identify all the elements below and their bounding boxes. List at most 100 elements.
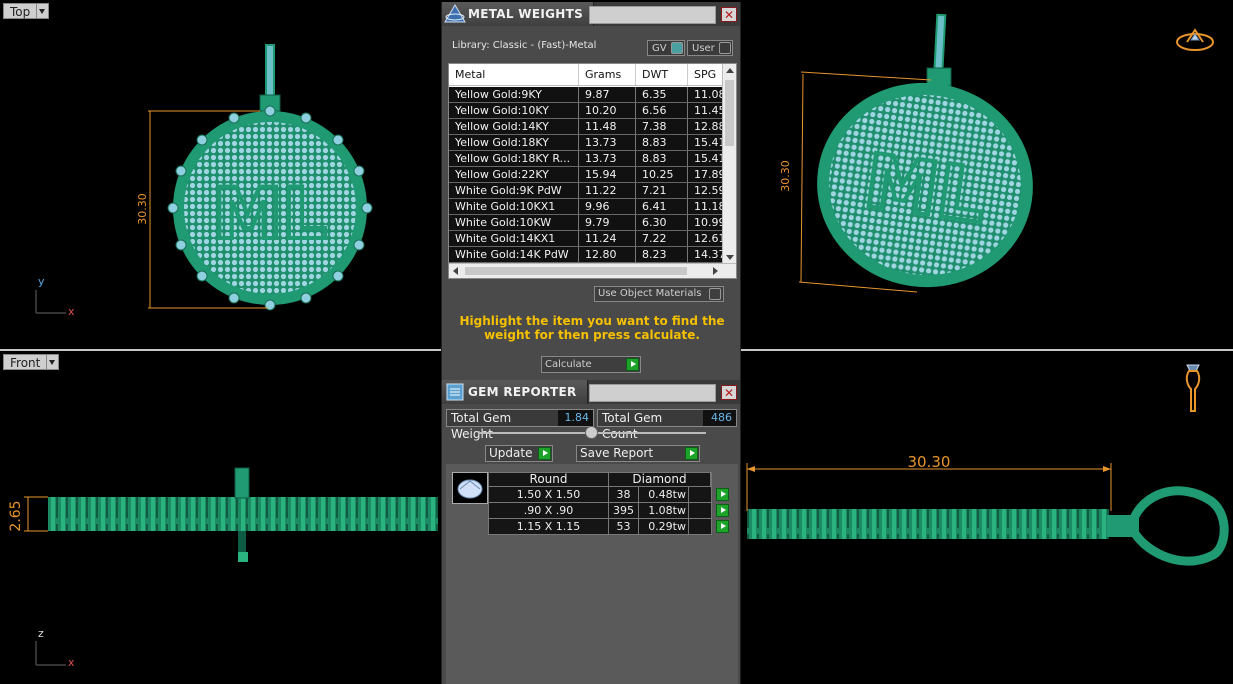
gv-toggle-indicator (670, 42, 683, 54)
metal-weights-close-button[interactable]: ✕ (721, 7, 737, 22)
ring-view-icon[interactable] (1180, 363, 1206, 415)
column-spg[interactable]: SPG (688, 64, 724, 85)
axis-x-label: x (68, 305, 75, 318)
total-gem-count-field: Total Gem Count 486 (597, 409, 737, 441)
metal-weights-header-strip (589, 6, 716, 24)
table-row[interactable]: Yellow Gold:22KY 15.94 10.25 17.89 (449, 167, 724, 183)
calculate-button[interactable]: Calculate (541, 356, 641, 373)
update-button[interactable]: Update (485, 445, 553, 462)
scroll-left-icon[interactable] (453, 267, 458, 275)
table-row[interactable]: White Gold:10KW 9.79 6.30 10.99 (449, 215, 724, 231)
gem-table-header: Round Diamond (488, 472, 712, 487)
table-row[interactable]: White Gold:14K PdW 12.80 8.23 14.37 (449, 247, 724, 263)
table-row[interactable]: White Gold:9K PdW 11.22 7.21 12.59 (449, 183, 724, 199)
use-object-materials-indicator (709, 288, 721, 300)
metal-library-label: Library: Classic - (Fast)-Metal (452, 40, 597, 51)
gem-reporter-panel: GEM REPORTER ✕ Total Gem Weight 1.84 Tot… (441, 380, 741, 684)
metal-table-rows: Yellow Gold:9KY 9.87 6.35 11.08 Yellow Gold… (449, 87, 724, 263)
scroll-thumb[interactable] (465, 267, 687, 275)
column-grams[interactable]: Grams (579, 64, 636, 85)
gem-reporter-title: GEM REPORTER (468, 385, 577, 399)
top-dimension: 30.30 (136, 193, 149, 225)
axis-y-label: y (38, 275, 45, 288)
calculate-label: Calculate (545, 359, 592, 370)
viewport-top-label[interactable]: Top (3, 3, 50, 19)
gem-table: Round Diamond 1.50 X 1.50 38 0.48tw .90 … (488, 472, 729, 535)
table-row[interactable]: Yellow Gold:9KY 9.87 6.35 11.08 (449, 87, 724, 103)
side-view-model: 30.30 (746, 453, 1229, 566)
gem-reporter-tab[interactable]: GEM REPORTER (442, 380, 588, 404)
column-dwt[interactable]: DWT (636, 64, 688, 85)
scroll-right-icon[interactable] (713, 267, 718, 275)
svg-text:ML: ML (859, 138, 991, 240)
scroll-down-icon[interactable] (726, 255, 734, 260)
gem-reporter-close-button[interactable]: ✕ (721, 385, 737, 400)
table-row[interactable]: Yellow Gold:18KY 13.73 8.83 15.41 (449, 135, 724, 151)
metal-weights-header[interactable]: METAL WEIGHTS ✕ (442, 2, 740, 26)
play-icon[interactable] (716, 504, 729, 517)
table-row[interactable]: White Gold:10KX1 9.96 6.41 11.18 (449, 199, 724, 215)
total-gem-count-value: 486 (702, 410, 736, 426)
gem-shape-header: Round (489, 473, 609, 486)
viewport-front-title: Front (3, 354, 48, 370)
use-object-materials-toggle[interactable]: Use Object Materials (594, 286, 724, 302)
total-gem-weight-value: 1.84 (557, 410, 593, 426)
play-icon (626, 358, 639, 371)
metal-weights-title: METAL WEIGHTS (468, 7, 584, 21)
column-metal[interactable]: Metal (449, 64, 579, 85)
table-row[interactable]: 1.15 X 1.15 53 0.29tw (488, 519, 729, 535)
play-icon[interactable] (716, 488, 729, 501)
gem-material-header: Diamond (609, 473, 711, 486)
viewport-front[interactable]: Front 2.65 z x (0, 351, 441, 684)
table-row[interactable]: Yellow Gold:18KY R... 13.73 8.83 15.41 (449, 151, 724, 167)
viewport-side[interactable]: 30.30 (741, 351, 1233, 684)
table-row[interactable]: Yellow Gold:14KY 11.48 7.38 12.88 (449, 119, 724, 135)
metal-weights-tab[interactable]: METAL WEIGHTS (442, 2, 595, 26)
front-dimension: 2.65 (8, 500, 24, 531)
side-dimension: 30.30 (908, 453, 951, 471)
metal-weights-table[interactable]: Metal Grams DWT SPG Yellow Gold:9KY 9.87 6… (448, 63, 737, 279)
total-gem-weight-field: Total Gem Weight 1.84 (446, 409, 594, 441)
front-view-model: 2.65 z x (8, 467, 438, 669)
axis-x-label: x (68, 656, 75, 669)
perspective-view-model: ML 30.30 (779, 13, 1033, 293)
viewport-front-label[interactable]: Front (3, 354, 60, 370)
play-icon (685, 447, 698, 460)
axis-z-label: z (38, 627, 44, 640)
metal-weights-hint: Highlight the item you want to find the … (459, 314, 725, 342)
table-row[interactable]: .90 X .90 395 1.08tw (488, 503, 729, 519)
user-toggle[interactable]: User (687, 40, 733, 56)
chevron-down-icon[interactable] (37, 3, 50, 19)
gem-reporter-logo-icon (442, 381, 468, 403)
table-row[interactable]: White Gold:14KX1 11.24 7.22 12.61 (449, 231, 724, 247)
play-icon[interactable] (716, 520, 729, 533)
metal-table-horizontal-scrollbar[interactable] (449, 263, 736, 278)
total-gem-count-label: Total Gem Count (598, 410, 703, 441)
gem-reporter-header[interactable]: GEM REPORTER ✕ (442, 380, 740, 404)
save-report-button[interactable]: Save Report (576, 445, 700, 462)
scroll-thumb[interactable] (725, 80, 734, 146)
table-row[interactable]: 1.50 X 1.50 38 0.48tw (488, 487, 729, 503)
metal-weights-panel: METAL WEIGHTS ✕ Library: Classic - (Fast… (441, 2, 741, 380)
viewport-top-title: Top (3, 3, 38, 19)
save-report-label: Save Report (580, 446, 654, 460)
gv-toggle[interactable]: GV (647, 40, 685, 56)
view-cube-icon[interactable] (1173, 26, 1217, 54)
user-toggle-label: User (692, 42, 715, 54)
gem-reporter-header-strip (589, 384, 716, 402)
scroll-up-icon[interactable] (726, 68, 734, 73)
metal-weights-logo-icon (442, 3, 468, 25)
table-row[interactable]: Yellow Gold:10KY 10.20 6.56 11.45 (449, 103, 724, 119)
top-view-model: ML 30.30 y x (35, 44, 373, 318)
pendant-letters: ML (213, 173, 327, 255)
chevron-down-icon[interactable] (47, 354, 60, 370)
gem-reporter-slider-handle[interactable] (585, 426, 598, 439)
metal-table-vertical-scrollbar[interactable] (722, 64, 736, 264)
gem-shape-icon[interactable] (452, 472, 488, 504)
viewport-perspective[interactable]: ML 30.30 (741, 0, 1233, 349)
viewport-top[interactable]: Top ML 30.30 y x (0, 0, 441, 349)
user-toggle-indicator (718, 42, 731, 54)
update-label: Update (489, 446, 533, 460)
play-icon (538, 447, 551, 460)
use-object-materials-label: Use Object Materials (598, 288, 702, 299)
